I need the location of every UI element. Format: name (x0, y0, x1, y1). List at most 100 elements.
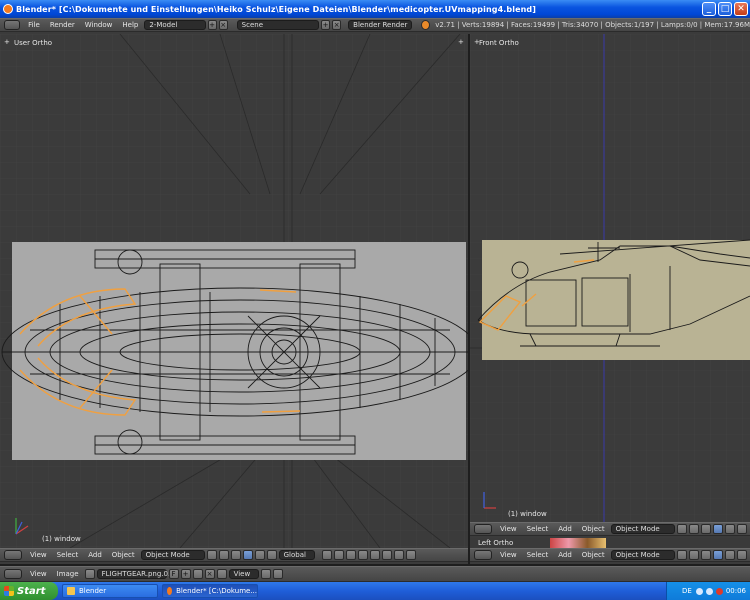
rotate-lower-button[interactable] (724, 550, 735, 560)
viewport-shading-left-button[interactable] (206, 550, 217, 560)
window-titlebar[interactable]: Blender* [C:\Dokumente und Einstellungen… (0, 0, 750, 18)
editor-type-3dview-lower-button[interactable] (474, 550, 492, 560)
info-header: File Render Window Help 2-Model + × Scen… (0, 18, 750, 32)
editor-type-3dview-left-button[interactable] (4, 550, 22, 560)
viewport-shading-lower-button[interactable] (676, 550, 687, 560)
editor-type-image-button[interactable] (4, 569, 22, 579)
image-new-button[interactable]: + (180, 569, 191, 579)
add-layout-button[interactable]: + (207, 20, 217, 30)
viewport-label: User Ortho (14, 39, 53, 47)
uv-sync-icon[interactable] (260, 569, 271, 579)
image-pin-button[interactable] (216, 569, 227, 579)
left-ortho-viewport-header: View Select Add Object Object Mode (470, 548, 750, 562)
image-browse-icon[interactable] (84, 569, 95, 579)
editor-type-info-button[interactable] (4, 20, 21, 30)
menu-view-uv[interactable]: View (25, 570, 52, 578)
language-indicator[interactable]: DE (682, 587, 692, 595)
maximize-button[interactable]: □ (718, 2, 732, 16)
scale-left-button[interactable] (266, 550, 277, 560)
image-fake-user-button[interactable]: F (168, 569, 179, 579)
menu-view-left[interactable]: View (25, 551, 52, 559)
viewport-corner-plus-icon[interactable]: + (4, 38, 10, 46)
blender-logo-icon (421, 20, 431, 30)
menu-window[interactable]: Window (80, 21, 118, 29)
menu-render[interactable]: Render (45, 21, 80, 29)
uv-view-mode-select[interactable]: View (228, 569, 259, 579)
pivot-point-button[interactable] (688, 524, 699, 534)
blender-taskbar-icon (167, 587, 173, 595)
remove-scene-button[interactable]: × (332, 20, 342, 30)
close-button[interactable]: ✕ (734, 2, 748, 16)
manipulator-left-button[interactable] (230, 550, 241, 560)
editor-type-3dview-button[interactable] (474, 524, 492, 534)
start-label: Start (17, 585, 46, 597)
left-ortho-strip[interactable]: Left Ortho (470, 538, 750, 548)
viewport-label-front: Front Ortho (479, 39, 519, 47)
windows-taskbar: Start Blender Blender* [C:\Dokume... DE … (0, 582, 750, 600)
scene-select[interactable]: Scene (236, 20, 320, 30)
screen-layout-select[interactable]: 2-Model (144, 20, 206, 30)
uv-texture-thumbnail (550, 538, 606, 548)
viewport-corner-plus-right-icon[interactable]: + (458, 38, 464, 46)
taskbar-item-blender-folder[interactable]: Blender (62, 584, 158, 598)
object-mode-select-lower[interactable]: Object Mode (610, 550, 675, 560)
3d-viewport-user-ortho[interactable]: User Ortho (1) window + + (0, 34, 468, 548)
tray-icon-2[interactable] (705, 587, 713, 595)
minimize-button[interactable]: _ (702, 2, 716, 16)
translate-lower-button[interactable] (712, 550, 723, 560)
layer-button-2[interactable] (333, 550, 344, 560)
rotate-manipulator-button[interactable] (724, 524, 735, 534)
menu-add-left[interactable]: Add (83, 551, 107, 559)
layer-button-1[interactable] (321, 550, 332, 560)
menu-view-lower[interactable]: View (495, 551, 522, 559)
menu-select-lower[interactable]: Select (522, 551, 554, 559)
window-title: Blender* [C:\Dokumente und Einstellungen… (16, 4, 536, 14)
viewport-corner-plus-front-icon[interactable]: + (474, 38, 480, 46)
layer-button-5[interactable] (369, 550, 380, 560)
scale-lower-button[interactable] (736, 550, 747, 560)
3d-viewport-front-ortho[interactable]: Front Ortho (1) window + (470, 34, 750, 522)
start-button[interactable]: Start (0, 582, 58, 600)
pivot-point-lower-button[interactable] (688, 550, 699, 560)
pivot-point-left-button[interactable] (218, 550, 229, 560)
layer-button-6[interactable] (381, 550, 392, 560)
tray-icon-3[interactable] (715, 587, 723, 595)
taskbar-item-blender-app[interactable]: Blender* [C:\Dokume... (162, 584, 258, 598)
menu-select-left[interactable]: Select (52, 551, 84, 559)
blender-window: Blender* [C:\Dokumente und Einstellungen… (0, 0, 750, 600)
menu-select[interactable]: Select (522, 525, 554, 533)
tray-icon-1[interactable] (695, 587, 703, 595)
image-unlink-button[interactable]: × (204, 569, 215, 579)
transform-orientation-select[interactable]: Global (278, 550, 315, 560)
image-open-button[interactable] (192, 569, 203, 579)
render-engine-select[interactable]: Blender Render (348, 20, 413, 30)
layer-button-3[interactable] (345, 550, 356, 560)
menu-image[interactable]: Image (52, 570, 84, 578)
uv-snap-icon[interactable] (272, 569, 283, 579)
active-object-label-front: (1) window (508, 510, 547, 518)
image-name-field[interactable]: FLIGHTGEAR.png.0... (96, 569, 175, 579)
manipulator-lower-button[interactable] (700, 550, 711, 560)
menu-view[interactable]: View (495, 525, 522, 533)
add-scene-button[interactable]: + (321, 20, 331, 30)
menu-add[interactable]: Add (553, 525, 577, 533)
layer-button-8[interactable] (405, 550, 416, 560)
translate-manipulator-button[interactable] (712, 524, 723, 534)
object-mode-select[interactable]: Object Mode (610, 524, 675, 534)
layer-button-4[interactable] (357, 550, 368, 560)
rotate-left-button[interactable] (254, 550, 265, 560)
menu-file[interactable]: File (23, 21, 45, 29)
manipulator-button[interactable] (700, 524, 711, 534)
menu-add-lower[interactable]: Add (553, 551, 577, 559)
menu-object-left[interactable]: Object (107, 551, 140, 559)
remove-layout-button[interactable]: × (218, 20, 228, 30)
menu-help[interactable]: Help (117, 21, 143, 29)
menu-object[interactable]: Object (577, 525, 610, 533)
translate-left-button[interactable] (242, 550, 253, 560)
layer-button-7[interactable] (393, 550, 404, 560)
uv-editor-header: View Image FLIGHTGEAR.png.0... F + × Vie… (0, 566, 750, 582)
scale-manipulator-button[interactable] (736, 524, 747, 534)
viewport-shading-button[interactable] (676, 524, 687, 534)
menu-object-lower[interactable]: Object (577, 551, 610, 559)
object-mode-select-left[interactable]: Object Mode (140, 550, 205, 560)
